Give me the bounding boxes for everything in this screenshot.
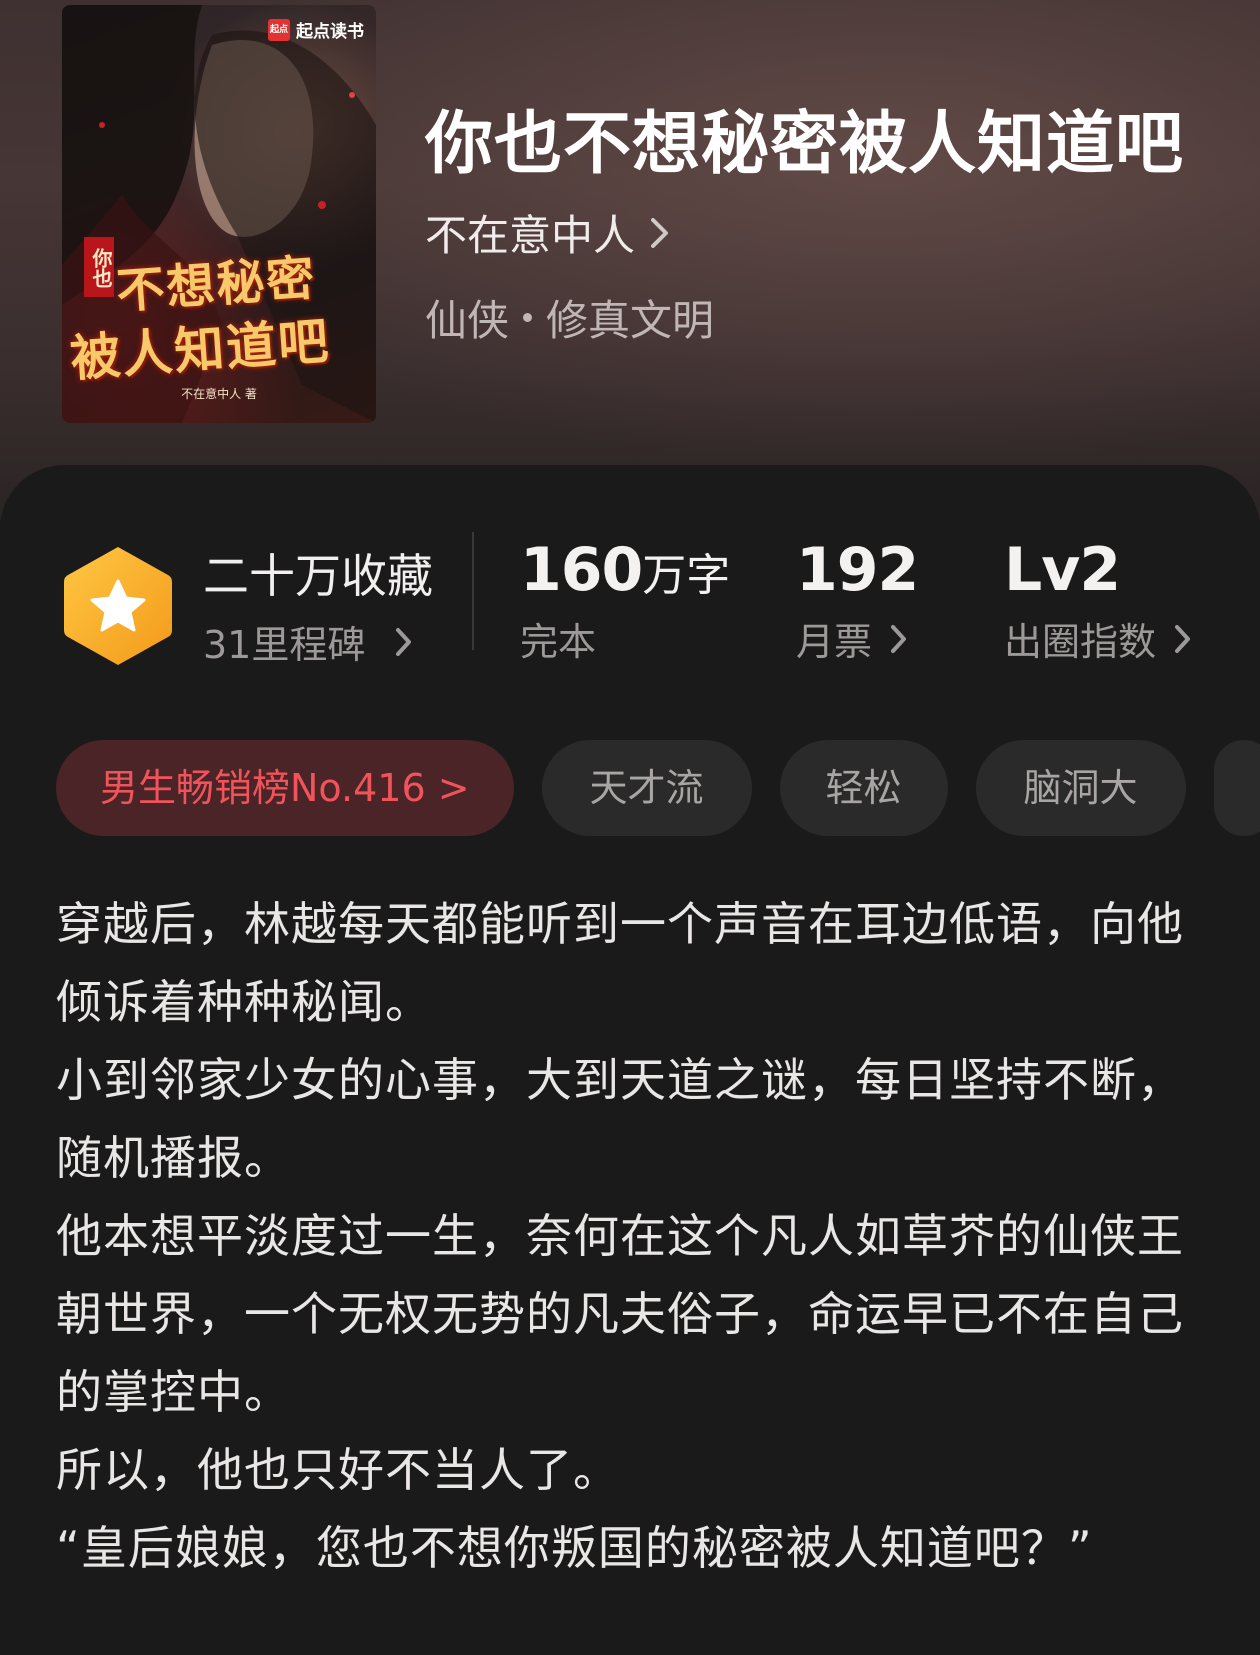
subgenre: 修真文明 <box>546 296 715 345</box>
popularity-index-stat[interactable]: Lv2 出圈指数 <box>1004 535 1192 666</box>
stats-divider <box>472 532 474 650</box>
author-link[interactable]: 不在意中人 <box>425 202 671 263</box>
genre-row[interactable]: 仙侠 修真文明 <box>425 287 714 348</box>
chevron-right-icon <box>651 217 669 248</box>
synopsis-paragraph: 所以，他也只好不当人了。 <box>56 1443 620 1497</box>
tag-genius[interactable]: 天才流 <box>541 740 752 836</box>
popularity-index-label: 出圈指数 <box>1004 620 1157 664</box>
publisher-logo-icon: 起点 <box>268 18 290 41</box>
tag-partial[interactable] <box>1213 740 1260 836</box>
chevron-right-icon <box>396 627 412 656</box>
monthly-tickets-stat[interactable]: 192 月票 <box>796 535 919 666</box>
separator-dot <box>523 313 533 322</box>
book-header: 起点 起点读书 你也 不想秘密 被人知道吧 不在意中人 著 你也不想秘密被人知道… <box>0 0 1260 520</box>
popularity-level-value: Lv2 <box>1004 535 1121 605</box>
word-count-unit: 万字 <box>642 550 731 601</box>
cover-publisher: 起点 起点读书 <box>268 17 364 42</box>
word-count-value: 160 <box>520 535 643 605</box>
book-title: 你也不想秘密被人知道吧 <box>425 104 1185 184</box>
synopsis-paragraph: 小到邻家少女的心事，大到天道之谜，每日坚持不断，随机播报。 <box>56 1053 1184 1185</box>
synopsis-paragraph: 穿越后，林越每天都能听到一个声音在耳边低语，向他倾诉着种种秘闻。 <box>56 897 1184 1029</box>
tag-relaxed[interactable]: 轻松 <box>779 740 948 836</box>
tag-brainstorm[interactable]: 脑洞大 <box>975 740 1186 836</box>
star-hexagon-icon <box>64 547 172 665</box>
completion-status: 完本 <box>520 620 597 664</box>
chevron-right-icon <box>1175 624 1191 653</box>
word-count-stat: 160万字 完本 <box>520 535 730 666</box>
ranking-tag[interactable]: 男生畅销榜No.416 > <box>56 740 514 836</box>
synopsis-paragraph: “皇后娘娘，您也不想你叛国的秘密被人知道吧？” <box>56 1521 1093 1575</box>
synopsis-paragraph: 他本想平淡度过一生，奈何在这个凡人如草芥的仙侠王朝世界，一个无权无势的凡夫俗子，… <box>56 1209 1184 1419</box>
milestone-label: 31里程碑 <box>203 623 366 667</box>
cover-title-small: 你也 <box>84 237 114 297</box>
book-cover[interactable]: 起点 起点读书 你也 不想秘密 被人知道吧 不在意中人 著 <box>62 5 376 423</box>
synopsis: 穿越后，林越每天都能听到一个声音在耳边低语，向他倾诉着种种秘闻。 小到邻家少女的… <box>56 885 1206 1587</box>
cover-author: 不在意中人 著 <box>181 387 257 401</box>
collection-count[interactable]: 二十万收藏 <box>203 540 433 606</box>
cover-publisher-name: 起点读书 <box>296 22 364 42</box>
monthly-tickets-value: 192 <box>796 535 919 605</box>
tag-row: 男生畅销榜No.416 > 天才流 轻松 脑洞大 <box>56 740 1260 836</box>
monthly-tickets-label: 月票 <box>796 620 873 664</box>
author-name: 不在意中人 <box>425 211 636 260</box>
genre: 仙侠 <box>425 296 510 345</box>
chevron-right-icon <box>891 624 907 653</box>
milestone-link[interactable]: 31里程碑 <box>203 614 413 669</box>
